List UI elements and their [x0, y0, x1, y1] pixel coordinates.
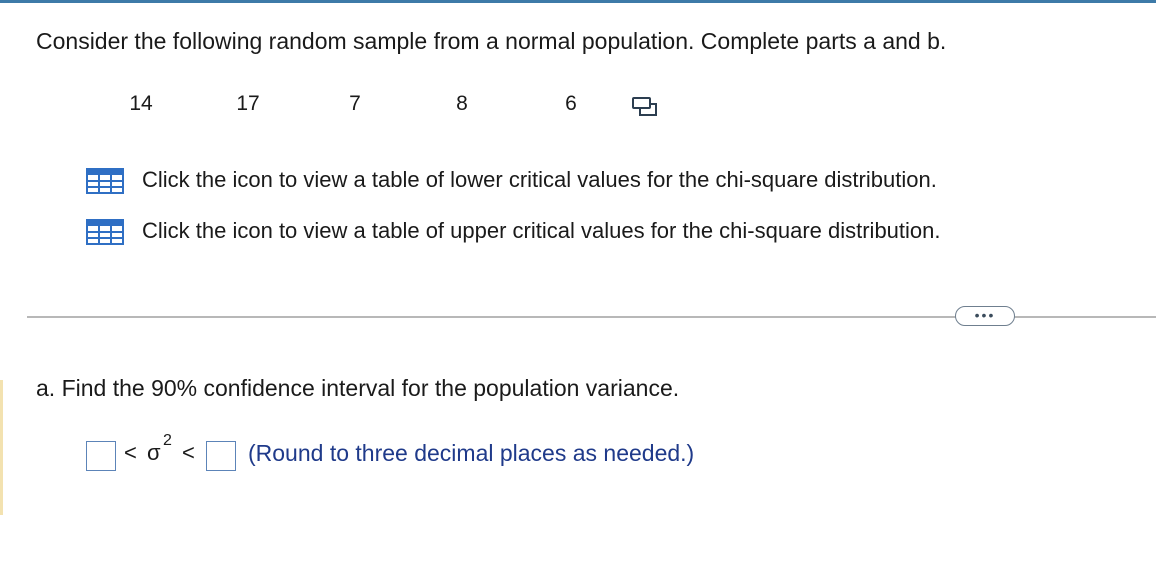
rounding-hint: (Round to three decimal places as needed…	[248, 440, 695, 466]
top-border	[0, 0, 1156, 3]
sample-value-4: 8	[456, 92, 468, 115]
table-grid-icon[interactable]	[86, 219, 124, 245]
lower-bound-input[interactable]	[86, 441, 116, 471]
question-prompt: Consider the following random sample fro…	[36, 28, 947, 54]
left-accent-bar	[0, 380, 3, 515]
upper-bound-input[interactable]	[206, 441, 236, 471]
lower-critical-values-text[interactable]: Click the icon to view a table of lower …	[142, 167, 937, 193]
table-grid-icon[interactable]	[86, 168, 124, 194]
copy-data-icon[interactable]	[632, 96, 658, 118]
sample-value-3: 7	[349, 92, 361, 115]
upper-critical-values-text[interactable]: Click the icon to view a table of upper …	[142, 218, 941, 244]
part-a-question: a. Find the 90% confidence interval for …	[36, 375, 680, 401]
variance-symbol: σ	[147, 440, 161, 465]
less-than-symbol-1: <	[124, 440, 137, 465]
variance-exponent: 2	[163, 432, 172, 449]
sample-value-5: 6	[565, 92, 577, 115]
less-than-symbol-2: <	[182, 440, 195, 465]
more-options-button[interactable]: •••	[955, 306, 1015, 326]
sample-value-1: 14	[129, 92, 153, 115]
ellipsis-icon: •••	[974, 307, 996, 323]
sample-value-2: 17	[236, 92, 260, 115]
